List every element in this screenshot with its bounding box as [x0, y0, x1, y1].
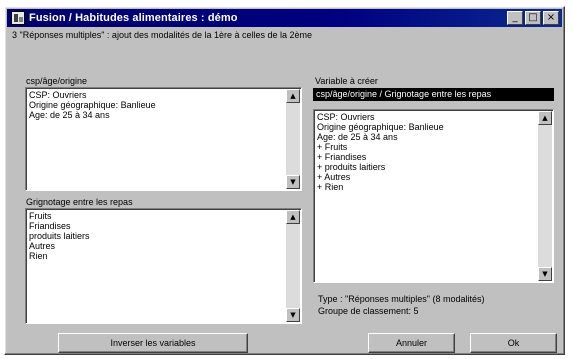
list-item: Origine géographique: Banlieue	[317, 122, 444, 132]
close-button[interactable]: ×	[543, 11, 559, 25]
type-info: Type : "Réponses multiples" (8 modalités…	[318, 294, 485, 304]
vertical-scrollbar[interactable]: ▲ ▼	[286, 210, 300, 322]
list-item: Age: de 25 à 34 ans	[317, 132, 398, 142]
list-item: CSP: Ouvriers	[29, 90, 87, 100]
source-variable-1-content: CSP: Ouvriers Origine géographique: Banl…	[29, 90, 283, 120]
group-info: Groupe de classement: 5	[318, 306, 419, 316]
target-variable-label: Variable à créer	[315, 76, 378, 86]
list-item: Autres	[29, 241, 56, 251]
list-item: CSP: Ouvriers	[317, 112, 375, 122]
scroll-down-icon[interactable]: ▼	[538, 267, 552, 281]
scroll-down-icon[interactable]: ▼	[286, 175, 300, 189]
list-item: + Fruits	[317, 142, 348, 152]
title-buttons: _ □ ×	[507, 11, 559, 25]
app-icon	[11, 11, 25, 25]
source-variable-1-label: csp/âge/origine	[26, 76, 88, 86]
list-item: + Autres	[317, 172, 351, 182]
minimize-button[interactable]: _	[507, 11, 523, 25]
list-item: + Rien	[317, 182, 344, 192]
scroll-up-icon[interactable]: ▲	[286, 210, 300, 224]
ok-button[interactable]: Ok	[470, 333, 557, 353]
list-item: Origine géographique: Banlieue	[29, 100, 156, 110]
source-variable-2-content: Fruits Friandises produits laitiers Autr…	[29, 211, 283, 261]
list-item: produits laitiers	[29, 231, 90, 241]
scroll-down-icon[interactable]: ▼	[286, 308, 300, 322]
window-title: Fusion / Habitudes alimentaires : démo	[29, 12, 238, 24]
vertical-scrollbar[interactable]: ▲ ▼	[286, 89, 300, 189]
source-variable-2-listbox[interactable]: Fruits Friandises produits laitiers Autr…	[25, 208, 302, 324]
title-bar[interactable]: Fusion / Habitudes alimentaires : démo _…	[7, 9, 562, 27]
list-item: Rien	[29, 251, 48, 261]
swap-variables-button[interactable]: Inverser les variables	[58, 333, 248, 353]
list-item: Friandises	[29, 221, 71, 231]
scroll-up-icon[interactable]: ▲	[286, 89, 300, 103]
dialog-subtitle: 3 "Réponses multiples" : ajout des modal…	[12, 30, 313, 40]
list-item: Fruits	[29, 211, 52, 221]
scroll-up-icon[interactable]: ▲	[538, 111, 552, 125]
cancel-button[interactable]: Annuler	[368, 333, 455, 353]
list-item: + produits laitiers	[317, 162, 386, 172]
target-variable-listbox[interactable]: CSP: Ouvriers Origine géographique: Banl…	[313, 109, 554, 283]
source-variable-1-listbox[interactable]: CSP: Ouvriers Origine géographique: Banl…	[25, 87, 302, 191]
maximize-button[interactable]: □	[525, 11, 541, 25]
target-variable-content: CSP: Ouvriers Origine géographique: Banl…	[317, 112, 535, 192]
vertical-scrollbar[interactable]: ▲ ▼	[538, 111, 552, 281]
list-item: Age: de 25 à 34 ans	[29, 110, 110, 120]
target-variable-name[interactable]: csp/âge/origine / Grignotage entre les r…	[313, 88, 554, 101]
source-variable-2-label: Grignotage entre les repas	[26, 197, 133, 207]
list-item: + Friandises	[317, 152, 367, 162]
